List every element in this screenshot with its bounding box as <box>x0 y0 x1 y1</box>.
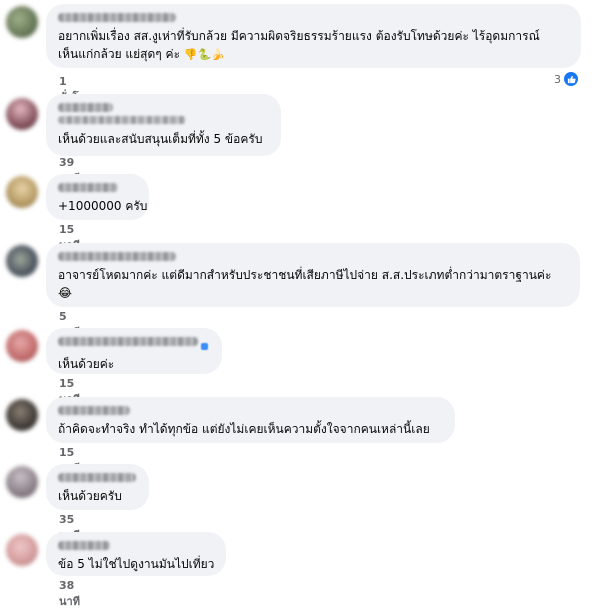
commenter-name[interactable] <box>58 13 176 22</box>
comment-text: เห็นด้วยค่ะ <box>58 357 115 371</box>
like-count[interactable]: 3 <box>554 72 578 86</box>
commenter-name[interactable] <box>58 103 113 112</box>
comment-bubble: เห็นด้วยค่ะ <box>46 328 222 374</box>
commenter-name[interactable] <box>58 183 118 192</box>
avatar[interactable] <box>6 6 38 38</box>
comment-bubble: เห็นด้วยครับ <box>46 464 149 510</box>
avatar[interactable] <box>6 466 38 498</box>
commenter-subtitle <box>58 116 186 124</box>
commenter-name[interactable] <box>58 473 136 482</box>
comment-text: เห็นด้วยครับ <box>58 489 122 503</box>
avatar[interactable] <box>6 534 38 566</box>
avatar[interactable] <box>6 330 38 362</box>
verified-badge-icon <box>201 343 208 350</box>
commenter-name[interactable] <box>58 337 198 346</box>
comment-text: ถ้าคิดจะทำจริง ทำได้ทุกข้อ แต่ยังไม่เคยเ… <box>58 422 430 436</box>
comment-bubble: เห็นด้วยและสนับสนุนเต็มที่ทั้ง 5 ข้อครับ <box>46 94 281 156</box>
comment-text: +1000000 ครับ <box>58 199 148 213</box>
comment-text: อาจารย์โหดมากค่ะ แต่ดีมากสำหรับประชาชนที… <box>58 268 552 282</box>
avatar[interactable] <box>6 245 38 277</box>
commenter-name[interactable] <box>58 406 130 415</box>
comment-timestamp[interactable]: 38 นาที <box>59 579 80 610</box>
comment-bubble: +1000000 ครับ <box>46 174 149 220</box>
comment-text-line2: เห็นแก่กล้วย แย่สุดๆ ค่ะ 👎🐍🍌 <box>58 45 569 64</box>
comment-bubble: ข้อ 5 ไม่ใช่ไปดูงานมันไปเที่ยว <box>46 532 226 576</box>
comment-emoji: 😂 <box>58 286 73 300</box>
emoji-group: 👎🐍🍌 <box>183 48 225 61</box>
commenter-name[interactable] <box>58 541 110 550</box>
comment-text: อยากเพิ่มเรื่อง สส.งูเห่าที่รับกล้วย มีค… <box>58 29 540 43</box>
avatar[interactable] <box>6 176 38 208</box>
avatar[interactable] <box>6 399 38 431</box>
comment-bubble: อาจารย์โหดมากค่ะ แต่ดีมากสำหรับประชาชนที… <box>46 243 580 307</box>
thumbs-up-icon <box>564 72 578 86</box>
commenter-name[interactable] <box>58 252 176 261</box>
avatar[interactable] <box>6 98 38 130</box>
like-count-number: 3 <box>554 72 561 86</box>
comment-text-cont: เห็นแก่กล้วย แย่สุดๆ ค่ะ <box>58 47 181 61</box>
comment-text: เห็นด้วยและสนับสนุนเต็มที่ทั้ง 5 ข้อครับ <box>58 132 263 146</box>
comment-text: ข้อ 5 ไม่ใช่ไปดูงานมันไปเที่ยว <box>58 557 215 571</box>
comment-bubble: ถ้าคิดจะทำจริง ทำได้ทุกข้อ แต่ยังไม่เคยเ… <box>46 397 455 443</box>
comment-bubble: อยากเพิ่มเรื่อง สส.งูเห่าที่รับกล้วย มีค… <box>46 4 581 68</box>
